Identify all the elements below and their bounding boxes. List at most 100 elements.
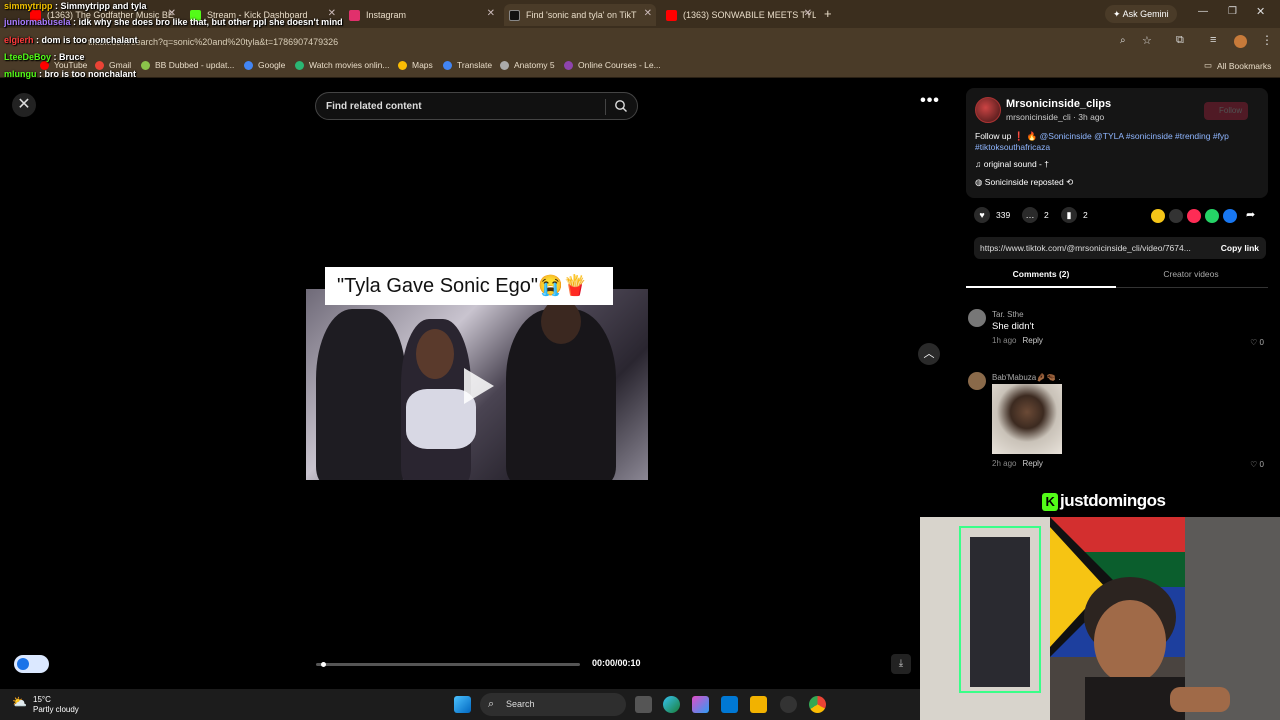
close-tab-icon[interactable]: ✕: [644, 8, 652, 19]
heart-icon: ♥: [974, 207, 990, 223]
maps-icon: [398, 60, 407, 70]
edge-icon[interactable]: [663, 696, 680, 713]
search-input[interactable]: Find related content: [315, 92, 638, 120]
all-bookmarks-button[interactable]: ▭ All Bookmarks: [1204, 60, 1271, 71]
tab-creator-videos[interactable]: Creator videos: [1116, 266, 1266, 288]
bookmark-online-courses[interactable]: Online Courses - Le...: [564, 60, 661, 70]
profile-avatar[interactable]: [1234, 35, 1247, 48]
chrome-icon[interactable]: [809, 696, 826, 713]
menu-kebab-icon[interactable]: ⋮: [1261, 33, 1273, 47]
weather-desc: Partly cloudy: [33, 705, 79, 714]
chat-message: LteeDeBoy : Bruce: [4, 52, 85, 62]
post-actions: ♥ 339 … 2 ▮ 2 ➦: [966, 205, 1268, 227]
divider: [605, 99, 606, 115]
comment-image[interactable]: [992, 384, 1062, 454]
restore-button[interactable]: ❐: [1228, 6, 1237, 17]
friends-share-icon[interactable]: [1151, 209, 1165, 223]
search-icon[interactable]: [614, 99, 628, 113]
share-arrow-icon[interactable]: ➦: [1246, 208, 1255, 221]
minimize-button[interactable]: —: [1198, 6, 1208, 17]
comment-author[interactable]: Tar. Sthe: [992, 310, 1024, 319]
chat-message: elgierh : dom is too nonchalant: [4, 35, 138, 45]
video-link[interactable]: https://www.tiktok.com/@mrsonicinside_cl…: [980, 243, 1204, 253]
extensions-icon[interactable]: ⧉: [1176, 34, 1184, 47]
windows-taskbar: ⛅ 15°C Partly cloudy ⌕ Search: [0, 689, 920, 720]
reply-button[interactable]: Reply: [1022, 459, 1042, 468]
close-tab-icon[interactable]: ✕: [804, 8, 812, 19]
youtube-icon: [666, 9, 677, 21]
progress-knob[interactable]: [321, 662, 327, 667]
settings-gear-icon[interactable]: [780, 696, 797, 713]
person-figure: [541, 299, 581, 344]
toggle-knob: [17, 658, 29, 670]
bookmark-watch-movies[interactable]: Watch movies onlin...: [295, 60, 389, 70]
comment-item: Tar. Sthe She didn't 1h ago Reply ♡ 0: [966, 309, 1268, 349]
comment-author[interactable]: Bab'Mabuza🤌🏾🤏🏾 .: [992, 373, 1061, 382]
comment-like-button[interactable]: ♡ 0: [1250, 460, 1264, 469]
movies-icon: [295, 60, 304, 70]
close-icon[interactable]: ✕: [12, 93, 36, 117]
zoom-icon[interactable]: ⌕: [1120, 35, 1126, 46]
bookmark-star-icon[interactable]: ☆: [1142, 34, 1152, 47]
copy-link-button[interactable]: Copy link: [1221, 243, 1259, 253]
video-progress-bar[interactable]: [316, 662, 580, 667]
tab-youtube-sonwabile[interactable]: (1363) SONWABILE MEETS TYL ✕: [666, 4, 816, 26]
comment-button[interactable]: … 2: [1022, 207, 1049, 223]
chat-message: simmytripp : Simmytripp and tyla: [4, 1, 147, 11]
post-info-card: Mrsonicinside_clips mrsonicinside_cli · …: [966, 88, 1268, 198]
music-note-icon: ♫: [975, 159, 982, 169]
bookmark-google[interactable]: Google: [244, 60, 285, 70]
sound-link[interactable]: ♫ original sound - †: [975, 159, 1049, 169]
avatar[interactable]: [968, 309, 986, 327]
facebook-icon[interactable]: [1223, 209, 1237, 223]
new-tab-button[interactable]: +: [824, 6, 832, 21]
repost-icon: ⟲: [1066, 177, 1074, 187]
task-view-icon[interactable]: [635, 696, 652, 713]
address-bar[interactable]: tiktok.com/search?q=sonic%20and%20tyla&t…: [88, 31, 1148, 53]
comment-like-button[interactable]: ♡ 0: [1250, 338, 1264, 347]
whatsapp-icon[interactable]: [1205, 209, 1219, 223]
store-icon[interactable]: [721, 696, 738, 713]
person-figure: [316, 309, 406, 480]
tab-instagram[interactable]: Instagram ✕: [349, 4, 499, 26]
windows-start-icon[interactable]: [454, 696, 471, 713]
comment-meta: 1h ago Reply: [992, 336, 1043, 345]
close-tab-icon[interactable]: ✕: [487, 8, 495, 19]
bookmark-translate[interactable]: Translate: [443, 60, 492, 70]
close-window-button[interactable]: ✕: [1256, 5, 1265, 18]
weather-temp: 15°C: [33, 695, 51, 704]
chevron-up-icon[interactable]: ︿: [918, 343, 940, 365]
play-icon[interactable]: [464, 368, 494, 404]
bookmark-bb-dubbed[interactable]: BB Dubbed - updat...: [141, 60, 234, 70]
courses-icon: [564, 60, 573, 70]
autoscroll-toggle[interactable]: [14, 655, 49, 673]
folder-icon: ▭: [1204, 60, 1213, 70]
reply-button[interactable]: Reply: [1022, 336, 1042, 345]
tab-tiktok-search[interactable]: Find 'sonic and tyla' on TikT ✕: [504, 4, 656, 26]
tab-comments[interactable]: Comments (2): [966, 266, 1116, 288]
google-icon: [244, 60, 253, 70]
follow-button[interactable]: Follow: [1204, 102, 1248, 120]
ask-gemini-button[interactable]: ✦ Ask Gemini: [1105, 5, 1177, 23]
browser-toolbar: tiktok.com/search?q=sonic%20and%20tyla&t…: [0, 28, 1280, 56]
post-username[interactable]: Mrsonicinside_clips: [1006, 98, 1111, 110]
download-icon[interactable]: ⤓: [891, 654, 911, 674]
comment-item: Bab'Mabuza🤌🏾🤏🏾 . 2h ago Reply ♡ 0: [966, 372, 1268, 469]
taskbar-search[interactable]: ⌕ Search: [480, 693, 626, 716]
embed-icon[interactable]: [1169, 209, 1183, 223]
avatar[interactable]: [968, 372, 986, 390]
avatar[interactable]: [975, 97, 1001, 123]
like-button[interactable]: ♥ 339: [974, 207, 1010, 223]
bookmark-anatomy[interactable]: Anatomy 5: [500, 60, 555, 70]
weather-widget[interactable]: ⛅ 15°C Partly cloudy: [12, 695, 79, 715]
video-player[interactable]: Find related content "Tyla Gave Sonic Eg…: [306, 82, 648, 689]
bookmark-maps[interactable]: Maps: [398, 60, 433, 70]
save-button[interactable]: ▮ 2: [1061, 207, 1088, 223]
media-controls-icon[interactable]: ≡: [1210, 34, 1216, 46]
webcam-scene: [920, 517, 1280, 720]
share-link-row: https://www.tiktok.com/@mrsonicinside_cl…: [974, 237, 1266, 259]
copilot-icon[interactable]: [692, 696, 709, 713]
file-explorer-icon[interactable]: [750, 696, 767, 713]
more-options-icon[interactable]: •••: [918, 93, 942, 114]
send-icon[interactable]: [1187, 209, 1201, 223]
